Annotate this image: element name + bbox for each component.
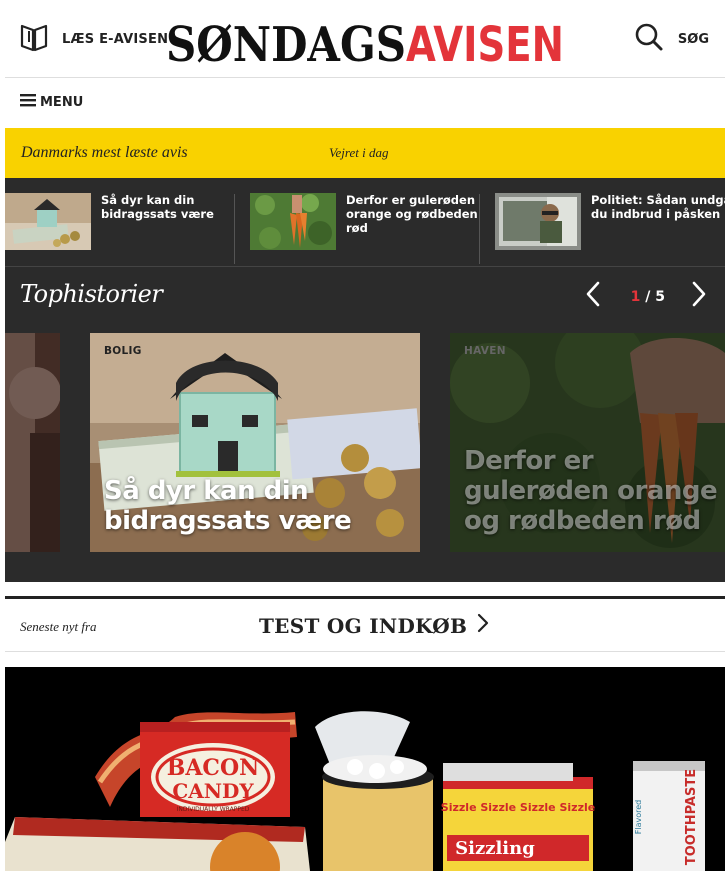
card-headline: Derfor er gulerøden orange og rødbeden r… — [464, 446, 718, 536]
strip-title: Så dyr kan din bidragssats være — [101, 193, 214, 221]
chevron-right-icon[interactable] — [691, 281, 707, 312]
strip-thumb-house — [5, 193, 91, 250]
top-stories: Tophistorier 1 / 5 BOLIG Så dyr kan din … — [5, 266, 725, 582]
logo-part2: AVISEN — [406, 17, 564, 66]
eavis-label: LÆS E-AVISEN — [62, 32, 169, 47]
hero-label-sizzling: Sizzling — [455, 838, 535, 859]
carousel-pager: 1 / 5 — [631, 289, 665, 305]
card-dim-overlay — [5, 333, 60, 552]
strip-divider — [234, 194, 235, 264]
latest-section-bar: Seneste nyt fra TEST OG INDKØB — [5, 599, 725, 652]
logo-part1: SØNDAGS — [166, 17, 406, 66]
story-strip: Så dyr kan din bidragssats være Derfor e… — [5, 178, 725, 266]
hero-label-bacon: BACON — [167, 755, 259, 781]
menu-label: MENU — [40, 95, 84, 110]
menu-button[interactable]: MENU — [20, 93, 83, 112]
site-logo[interactable]: SØNDAGS AVISEN — [166, 10, 566, 66]
info-bar: Danmarks mest læste avis Vejret i dag — [5, 128, 725, 178]
strip-item[interactable]: Derfor er gulerøden orange og rødbeden r… — [250, 193, 479, 251]
chevron-left-icon[interactable] — [585, 281, 601, 312]
card-category: HAVEN — [464, 345, 506, 357]
top-stories-title: Tophistorier — [20, 280, 163, 308]
tagline: Danmarks mest læste avis — [21, 144, 188, 161]
carousel-card[interactable]: HAVEN Derfor er gulerøden orange og rødb… — [450, 333, 725, 552]
section-link[interactable]: TEST OG INDKØB — [259, 613, 489, 638]
card-headline: Så dyr kan din bidragssats være — [104, 476, 352, 536]
strip-item[interactable]: Så dyr kan din bidragssats være — [5, 193, 234, 251]
hero-label-toothpaste: TOOTHPASTE — [684, 769, 699, 865]
strip-title: Derfor er gulerøden orange og rødbeden r… — [346, 193, 478, 235]
site-header: LÆS E-AVISEN SØNDAGS AVISEN SØG — [0, 0, 725, 77]
weather-link[interactable]: Vejret i dag — [329, 145, 388, 161]
strip-divider — [479, 194, 480, 264]
chevron-right-icon — [477, 613, 489, 638]
strip-title: Politiet: Sådan undgår du indbrud i påsk… — [591, 193, 725, 221]
strip-thumb-window — [495, 193, 581, 250]
page-current: 1 — [630, 288, 641, 305]
page-separator: / — [640, 288, 656, 305]
hero-image[interactable]: BACON CANDY INDIVIDUALLY WRAPPED Sizzle … — [5, 667, 725, 871]
eavis-link[interactable]: LÆS E-AVISEN — [20, 22, 168, 57]
hero-label-sizzle: Sizzle Sizzle Sizzle Sizzle — [441, 801, 595, 814]
strip-thumb-carrots — [250, 193, 336, 250]
latest-prefix: Seneste nyt fra — [20, 619, 97, 634]
carousel-card[interactable]: BOLIG Så dyr kan din bidragssats være — [90, 333, 420, 552]
hero-label-flavored: Flavored — [634, 800, 643, 834]
search-link[interactable]: SØG — [634, 22, 709, 57]
carousel-nav: 1 / 5 — [585, 281, 707, 312]
hero-label-wrapped: INDIVIDUALLY WRAPPED — [177, 806, 250, 813]
card-category: BOLIG — [104, 345, 142, 357]
carousel-card-partial[interactable] — [5, 333, 60, 552]
search-label: SØG — [677, 32, 709, 47]
page-total: 5 — [655, 288, 665, 305]
search-icon — [634, 22, 664, 57]
open-book-icon — [20, 22, 48, 57]
hamburger-icon — [20, 93, 36, 112]
header-divider — [5, 77, 725, 78]
section-label: TEST OG INDKØB — [259, 613, 468, 638]
hero-label-candy: CANDY — [172, 779, 254, 803]
strip-item[interactable]: Politiet: Sådan undgår du indbrud i påsk… — [495, 193, 725, 251]
